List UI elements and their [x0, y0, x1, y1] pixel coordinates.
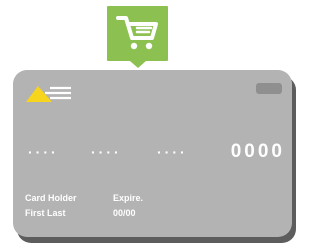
card-holder-label: Card Holder — [25, 193, 77, 203]
card-number-group-2: ···· — [91, 144, 122, 160]
card-number: ···· ···· ···· 0000 — [25, 140, 285, 164]
credit-card: ···· ···· ···· 0000 Card Holder First La… — [13, 70, 292, 237]
card-number-group-3: ···· — [157, 144, 188, 160]
card-holder-value: First Last — [25, 208, 66, 218]
card-chip — [256, 83, 282, 94]
card-brand-logo — [26, 86, 71, 102]
payment-card-illustration: ···· ···· ···· 0000 Card Holder First La… — [0, 0, 298, 246]
cart-badge-pointer — [130, 61, 146, 68]
shopping-cart-icon — [116, 16, 158, 50]
card-number-last-four: 0000 — [230, 141, 285, 162]
expiry-label: Expire. — [113, 193, 144, 203]
card-number-group-1: ···· — [28, 144, 59, 160]
expiry-value: 00/00 — [113, 208, 136, 218]
